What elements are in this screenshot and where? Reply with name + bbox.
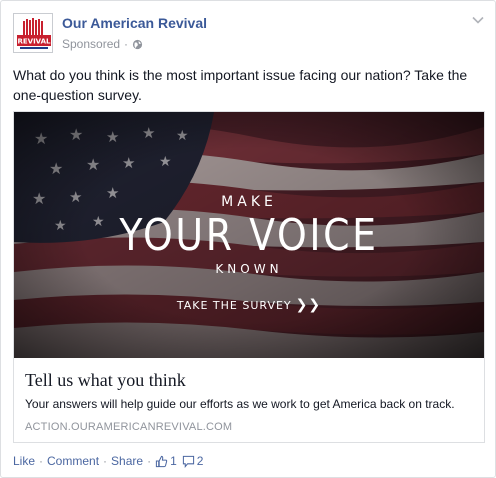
revival-logo: REVIVAL [14, 14, 52, 52]
action-separator: · [103, 454, 108, 468]
meta-separator: · [124, 37, 129, 51]
link-domain: ACTION.OURAMERICANREVIVAL.COM [25, 421, 233, 433]
link-title[interactable]: Tell us what you think [25, 370, 186, 391]
like-link[interactable]: Like [13, 454, 35, 468]
comment-icon [182, 455, 194, 468]
thumbs-up-icon [155, 455, 168, 467]
globe-icon [132, 39, 143, 49]
post-message: What do you think is the most important … [13, 67, 468, 103]
action-separator: · [147, 454, 152, 468]
hero-image[interactable]: ★ ★ ★ ★ ★ ★ ★ ★ ★ ★ ★ ★ ★ ★ M [14, 112, 484, 358]
comment-count: 2 [196, 454, 204, 468]
avatar-logo-text: REVIVAL [17, 38, 51, 46]
sponsored-label[interactable]: Sponsored [62, 37, 120, 51]
like-count: 1 [170, 454, 177, 468]
like-count-button[interactable]: 1 [155, 454, 177, 468]
hero-line-known: KNOWN [215, 262, 283, 276]
link-description: Your answers will help guide our efforts… [25, 397, 455, 411]
post-actions: Like · Comment · Share · 1 2 [13, 454, 203, 468]
action-separator: · [39, 454, 44, 468]
sponsored-post-card: REVIVAL Our American Revival Sponsored ·… [0, 0, 496, 478]
page-name-link[interactable]: Our American Revival [62, 15, 207, 31]
share-link[interactable]: Share [111, 454, 143, 468]
chevron-down-icon[interactable] [471, 13, 485, 27]
link-attachment[interactable]: ★ ★ ★ ★ ★ ★ ★ ★ ★ ★ ★ ★ ★ ★ M [13, 111, 485, 443]
hero-line-make: MAKE [221, 194, 277, 210]
hero-line-your-voice: YOUR VOICE [119, 210, 379, 261]
take-survey-label: TAKE THE SURVEY [176, 299, 292, 312]
take-survey-cta[interactable]: TAKE THE SURVEY ❯❯ [14, 297, 484, 313]
double-chevron-right-icon: ❯❯ [295, 297, 322, 313]
sponsored-meta: Sponsored · [62, 37, 143, 51]
page-avatar[interactable]: REVIVAL [13, 13, 53, 53]
comment-link[interactable]: Comment [47, 454, 99, 468]
comment-count-button[interactable]: 2 [182, 454, 204, 468]
